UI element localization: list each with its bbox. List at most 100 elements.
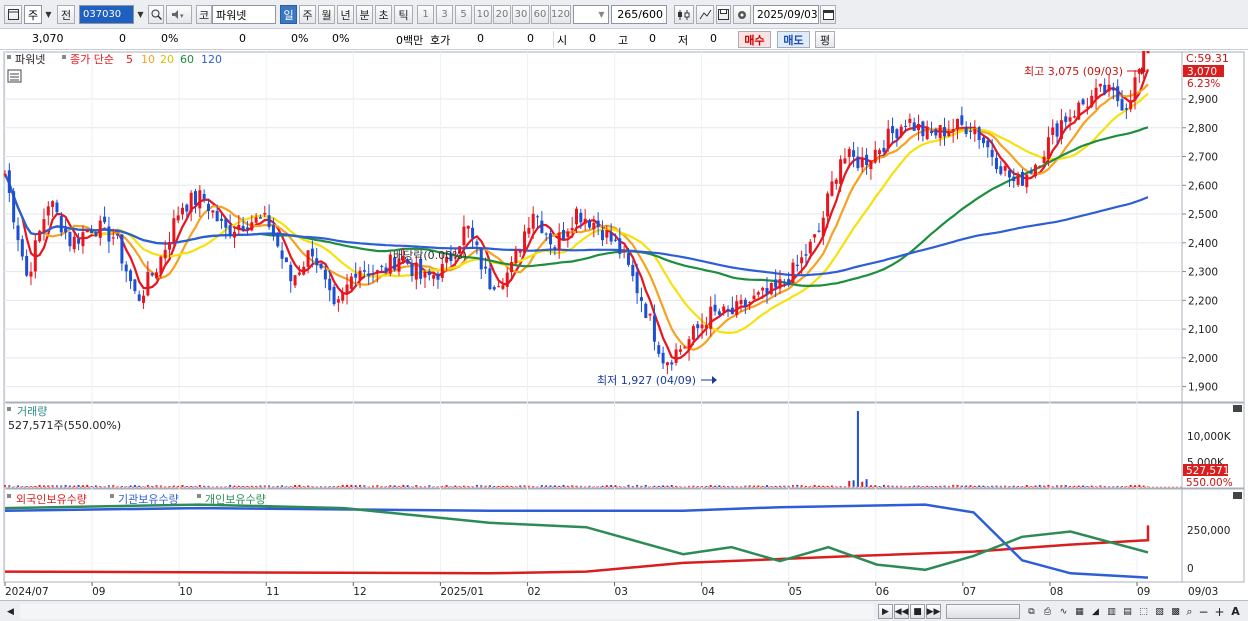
search-icon[interactable] xyxy=(148,5,164,24)
chart-select-icon[interactable]: ⬚ xyxy=(1136,604,1151,619)
calendar-icon[interactable] xyxy=(820,5,836,24)
data-count-field[interactable]: 265/600 xyxy=(611,5,667,24)
candle-body xyxy=(536,216,540,218)
interval-20[interactable]: 20 xyxy=(493,5,511,24)
x-tick-label: 2024/07 xyxy=(5,586,49,598)
tab-week[interactable]: 주 xyxy=(299,5,316,24)
market-button[interactable]: 코 xyxy=(196,5,212,24)
candle-body xyxy=(510,262,514,273)
interval-10[interactable]: 10 xyxy=(474,5,492,24)
scroll-right-icon[interactable]: ▶ xyxy=(878,604,893,619)
candle-body xyxy=(700,324,704,329)
code-dropdown-icon[interactable]: ▼ xyxy=(134,6,147,23)
period-select[interactable]: 주 xyxy=(24,5,42,24)
zoom-slider[interactable] xyxy=(946,604,1020,619)
stock-tag: 파워넷 xyxy=(15,53,45,66)
interval-120[interactable]: 120 xyxy=(550,5,571,24)
candle-body xyxy=(1081,99,1085,105)
volume-panel-close-icon[interactable] xyxy=(1233,405,1242,412)
low-value: 0 xyxy=(710,32,717,45)
chart-table-icon[interactable]: ▤ xyxy=(1120,604,1135,619)
scroll-track[interactable] xyxy=(20,604,874,619)
eval-button[interactable]: 평 xyxy=(815,31,835,48)
zoom-in-icon[interactable]: + xyxy=(1212,604,1227,619)
legend-marker xyxy=(110,494,114,498)
chart-area-icon[interactable]: ◢ xyxy=(1088,604,1103,619)
interval-1[interactable]: 1 xyxy=(417,5,434,24)
candle-body xyxy=(730,307,734,315)
chart-type-icon[interactable]: ∿ xyxy=(1056,604,1071,619)
buy-button[interactable]: 매수 xyxy=(738,31,771,48)
font-size-icon[interactable]: A xyxy=(1228,604,1243,619)
candle-body xyxy=(895,129,899,139)
volume-title: 거래량 xyxy=(17,405,47,418)
candle-body xyxy=(1068,117,1072,122)
interval-5[interactable]: 5 xyxy=(455,5,472,24)
tab-tick[interactable]: 틱 xyxy=(394,5,413,24)
tab-day[interactable]: 일 xyxy=(280,5,297,24)
volume-bar xyxy=(242,486,245,487)
settings-gear-icon[interactable] xyxy=(733,5,751,24)
tab-month[interactable]: 월 xyxy=(318,5,335,24)
window-icon[interactable] xyxy=(4,5,22,24)
interval-60[interactable]: 60 xyxy=(531,5,549,24)
chart-settings-icon[interactable] xyxy=(7,69,22,83)
volume-bar xyxy=(662,485,665,487)
zoom-search-icon[interactable]: ⌕ xyxy=(1182,604,1197,619)
scroll-left-icon[interactable]: ◀ xyxy=(3,604,18,619)
candle-body xyxy=(492,287,496,290)
stock-chart[interactable]: 2,900 2,800 2,700 2,600 2,500 2,400 2,300 2,200… xyxy=(0,41,1248,603)
save-icon[interactable] xyxy=(716,5,731,24)
candle-body xyxy=(670,362,674,365)
volume-bar xyxy=(1134,485,1137,487)
chart-copy-icon[interactable]: ⧉ xyxy=(1024,604,1039,619)
stock-code-input[interactable]: 037030 xyxy=(79,5,134,24)
x-tick-label: 09 xyxy=(1137,586,1150,598)
chart-bar-icon[interactable]: ▥ xyxy=(1104,604,1119,619)
prev-button[interactable]: 전 xyxy=(57,5,75,24)
stop-icon[interactable]: ■ xyxy=(910,604,925,619)
rewind-icon[interactable]: ◀◀ xyxy=(894,604,909,619)
volume-bar xyxy=(454,485,457,487)
volume-bar xyxy=(856,411,859,487)
custom-interval-dropdown-icon[interactable]: ▼ xyxy=(595,6,608,23)
volume-bar xyxy=(1082,485,1085,487)
candle-body xyxy=(964,127,968,135)
period-dropdown-icon[interactable]: ▼ xyxy=(42,6,55,23)
chart-grid-icon[interactable]: ▦ xyxy=(1072,604,1087,619)
tab-year[interactable]: 년 xyxy=(337,5,354,24)
x-tick-label: 09 xyxy=(92,586,105,598)
candle-body xyxy=(587,220,591,228)
holding-panel-close-icon[interactable] xyxy=(1233,492,1242,499)
candle-body xyxy=(55,202,59,213)
candle-type-icon[interactable] xyxy=(674,5,694,24)
candle-body xyxy=(1094,87,1098,99)
volume-bar xyxy=(346,484,349,487)
zoom-out-icon[interactable]: − xyxy=(1196,604,1211,619)
candle-body xyxy=(661,352,665,364)
interval-30[interactable]: 30 xyxy=(512,5,530,24)
chart-area[interactable]: 2,900 2,800 2,700 2,600 2,500 2,400 2,300 2,200… xyxy=(0,41,1248,603)
interval-3[interactable]: 3 xyxy=(436,5,453,24)
sell-button[interactable]: 매도 xyxy=(777,31,810,48)
candle-body xyxy=(20,239,24,257)
tab-second[interactable]: 초 xyxy=(375,5,392,24)
low-annotation: 최저 1,927 (04/09) xyxy=(597,374,696,387)
candle-body xyxy=(826,193,830,217)
candle-body xyxy=(1020,171,1024,186)
sound-icon[interactable]: ▾ xyxy=(166,5,192,24)
draw-line-icon[interactable] xyxy=(696,5,714,24)
date-input[interactable]: 2025/09/03 xyxy=(753,5,819,24)
candle-body xyxy=(341,291,345,301)
candle-body xyxy=(462,226,466,246)
fast-forward-icon[interactable]: ▶▶ xyxy=(926,604,941,619)
volume-bar xyxy=(865,479,868,487)
tab-minute[interactable]: 분 xyxy=(356,5,373,24)
chart-compare-icon[interactable]: ▩ xyxy=(1168,604,1183,619)
candle-body xyxy=(1038,166,1042,168)
candle-body xyxy=(860,158,864,168)
candle-body xyxy=(631,264,635,277)
chart-indicator-icon[interactable]: ▧ xyxy=(1152,604,1167,619)
volume-bar xyxy=(817,485,820,487)
chart-print-icon[interactable]: ⎙ xyxy=(1040,604,1055,619)
